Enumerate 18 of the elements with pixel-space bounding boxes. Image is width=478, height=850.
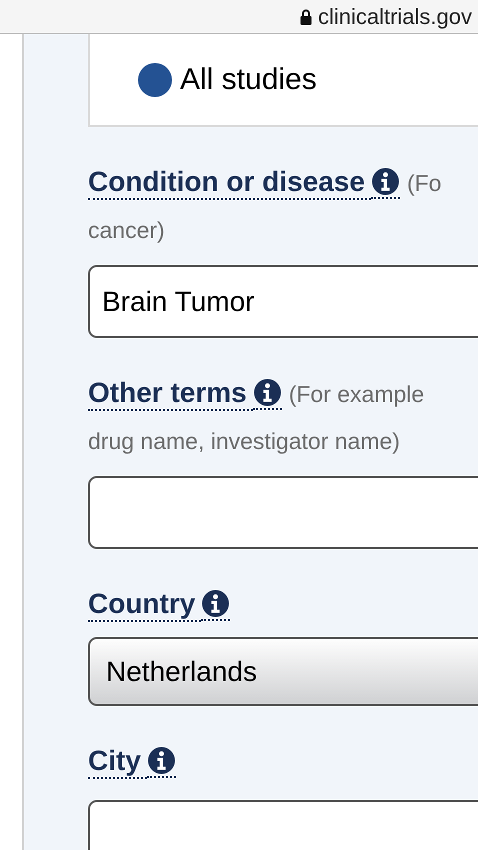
lock-icon <box>300 8 312 24</box>
info-icon[interactable] <box>146 746 176 778</box>
input-field[interactable]: Brain Tumor <box>88 265 478 338</box>
hint-text: (For example <box>288 380 424 408</box>
field-label: Country <box>88 588 202 622</box>
input-field[interactable] <box>88 476 478 549</box>
hint-text: (Fo <box>406 170 442 196</box>
country-select[interactable]: Netherlands <box>88 637 478 706</box>
radio-button[interactable] <box>138 62 172 96</box>
info-icon[interactable] <box>201 589 230 621</box>
info-icon[interactable] <box>370 167 400 199</box>
field-label: City <box>88 745 147 779</box>
hint-text: drug name, investigator name) <box>88 428 400 454</box>
field-label: Other terms <box>88 377 253 411</box>
radio-label[interactable]: All studies <box>180 62 317 96</box>
hint-text: cancer) <box>88 217 165 243</box>
field-label: Condition or disease <box>88 166 371 200</box>
info-icon[interactable] <box>252 378 282 410</box>
